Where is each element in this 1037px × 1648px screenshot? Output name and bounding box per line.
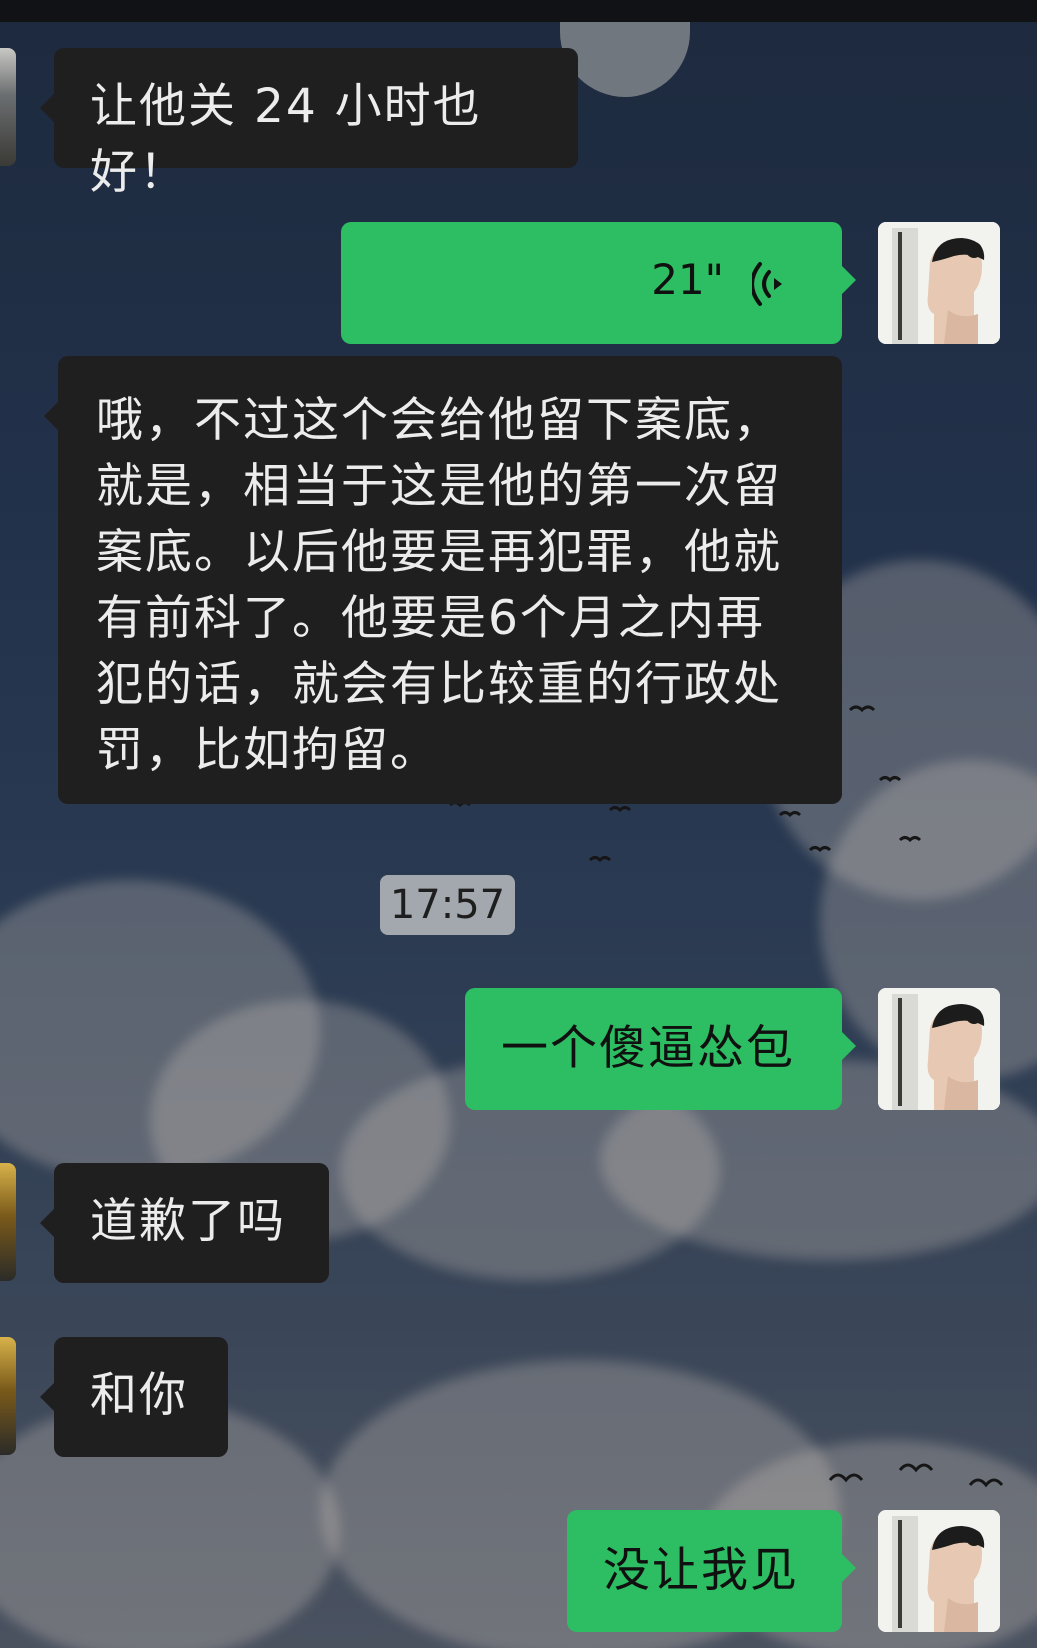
status-bar xyxy=(0,0,1037,22)
incoming-message-bubble[interactable]: 道歉了吗 xyxy=(40,1163,329,1283)
message-timestamp: 17:57 xyxy=(380,875,515,935)
outgoing-message-bubble[interactable]: 没让我见 xyxy=(567,1510,856,1632)
voice-duration: 21" xyxy=(651,255,724,304)
message-text: 一个傻逼怂包 xyxy=(501,1021,795,1076)
avatar-portrait-image xyxy=(878,222,1000,344)
message-line: 哦，不过这个会给他留下案底， xyxy=(96,393,782,448)
contact-avatar[interactable] xyxy=(0,1337,16,1455)
my-avatar[interactable] xyxy=(878,222,1000,344)
incoming-message-bubble[interactable]: 让他关 24 小时也好！ xyxy=(40,48,578,200)
moon-shape xyxy=(560,22,690,97)
incoming-message-bubble[interactable]: 和你 xyxy=(40,1337,228,1457)
message-text: 道歉了吗 xyxy=(90,1194,286,1249)
voice-wave-icon xyxy=(752,262,782,306)
outgoing-message-bubble[interactable]: 一个傻逼怂包 xyxy=(465,988,856,1110)
message-text: 和你 xyxy=(90,1368,188,1423)
contact-avatar[interactable] xyxy=(0,1163,16,1281)
message-line: 罚，比如拘留。 xyxy=(96,723,439,778)
my-avatar[interactable] xyxy=(878,988,1000,1110)
my-avatar[interactable] xyxy=(878,1510,1000,1632)
incoming-message-bubble-long[interactable]: 哦，不过这个会给他留下案底， 就是，相当于这是他的第一次留 案底。以后他要是再犯… xyxy=(44,356,842,804)
birds-silhouette-lower xyxy=(828,1463,1004,1488)
message-text: 没让我见 xyxy=(603,1543,799,1598)
message-line: 犯的话，就会有比较重的行政处 xyxy=(96,657,782,712)
contact-avatar[interactable] xyxy=(0,48,16,166)
message-line: 有前科了。他要是6个月之内再 xyxy=(96,591,765,646)
message-line: 就是，相当于这是他的第一次留 xyxy=(96,459,782,514)
message-line: 案底。以后他要是再犯罪，他就 xyxy=(96,525,782,580)
voice-message-bubble[interactable]: 21" xyxy=(341,222,856,344)
avatar-portrait-image xyxy=(878,1510,1000,1632)
avatar-portrait-image xyxy=(878,988,1000,1110)
